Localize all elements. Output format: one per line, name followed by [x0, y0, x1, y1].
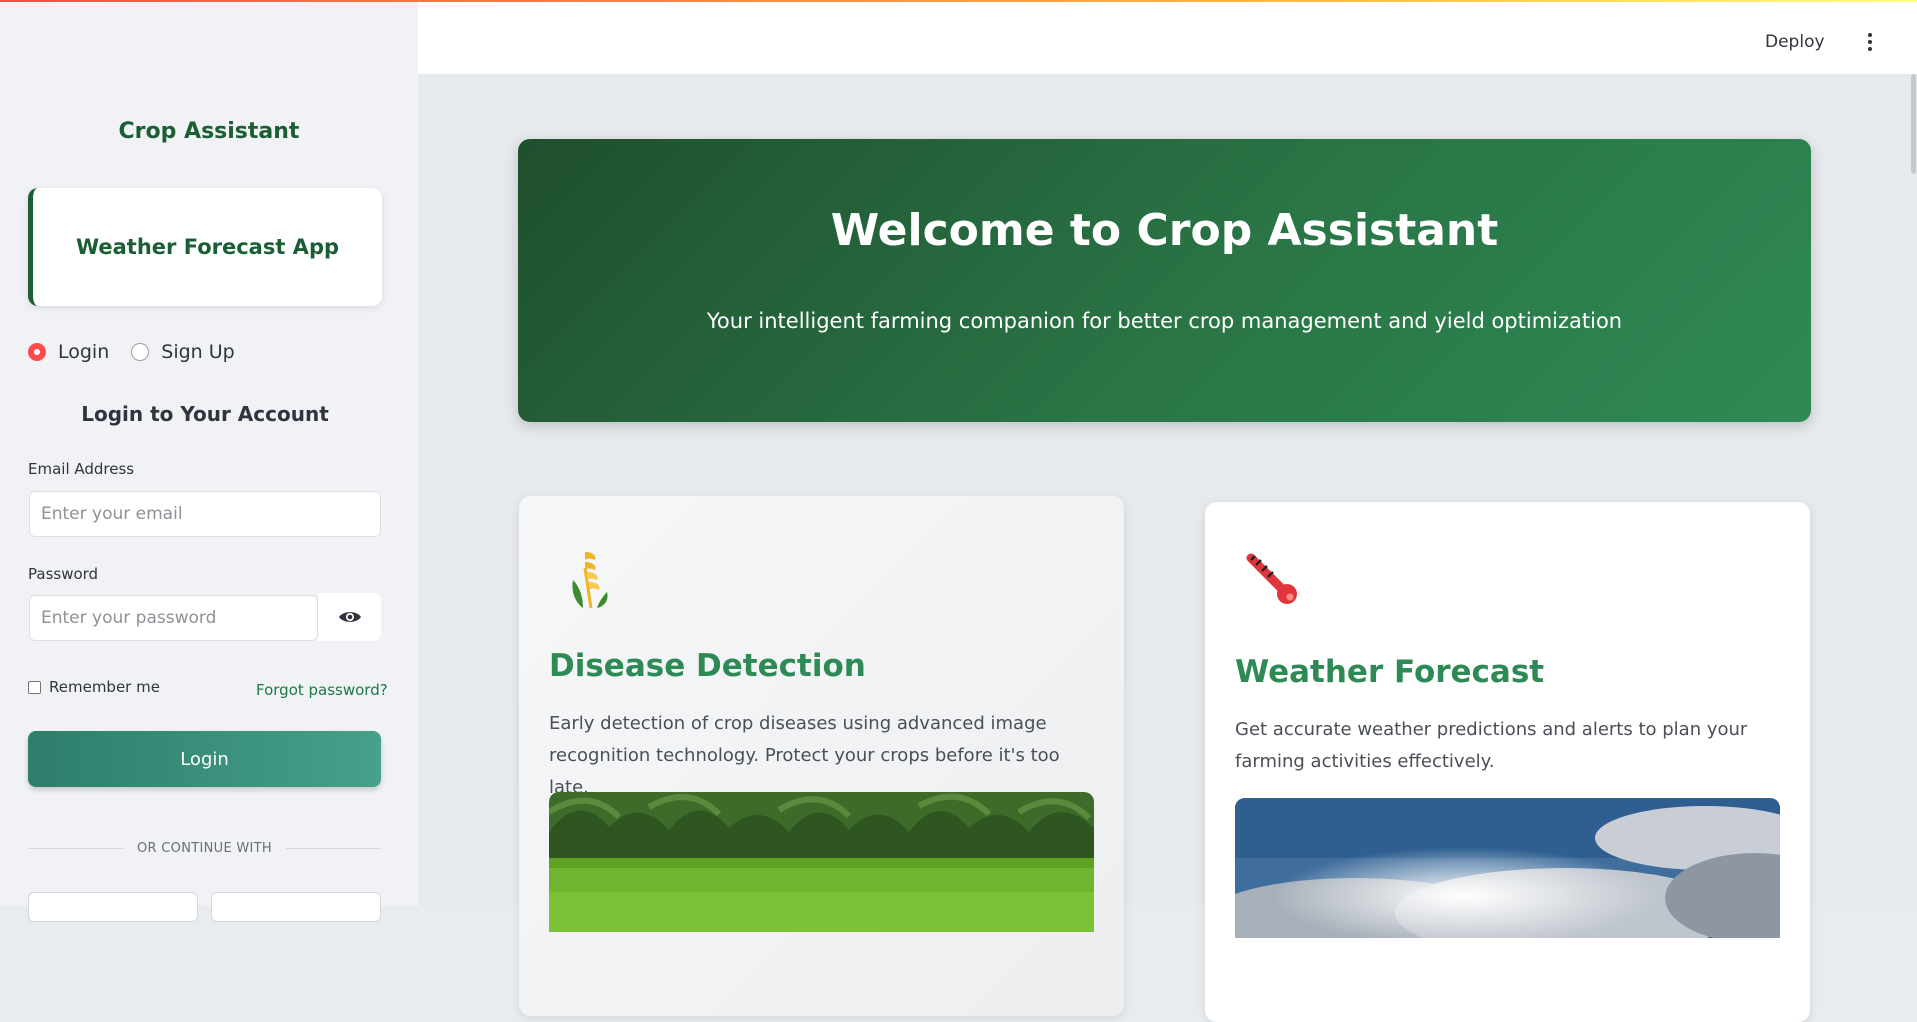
- feature-description: Early detection of crop diseases using a…: [549, 713, 1060, 798]
- remember-me-checkbox[interactable]: [28, 680, 41, 694]
- signup-radio-label[interactable]: Sign Up: [161, 341, 234, 363]
- password-label: Password: [28, 565, 99, 583]
- crop-field-image: [549, 792, 1094, 932]
- email-label: Email Address: [28, 460, 135, 478]
- vertical-dots-icon-dot: [1868, 40, 1872, 44]
- feature-card-weather-forecast: Weather Forecast Get accurate weather pr…: [1205, 502, 1810, 1022]
- login-button[interactable]: Login: [28, 731, 381, 787]
- divider-text: OR CONTINUE WITH: [137, 840, 272, 856]
- vertical-dots-icon-dot: [1868, 47, 1872, 51]
- feature-description: Get accurate weather predictions and ale…: [1235, 719, 1748, 772]
- wheat-icon: [572, 552, 608, 609]
- thermometer-icon: [1246, 553, 1297, 604]
- eye-icon: [338, 612, 361, 622]
- hero-title: Welcome to Crop Assistant: [830, 205, 1499, 256]
- login-radio[interactable]: [28, 343, 46, 361]
- app-name: Weather Forecast App: [75, 235, 340, 259]
- crop-field-illustration: [549, 792, 1094, 932]
- divider-line-left: [28, 847, 123, 849]
- email-input[interactable]: [29, 491, 381, 537]
- divider-line-right: [286, 847, 381, 849]
- password-input[interactable]: [29, 595, 318, 641]
- login-radio-label[interactable]: Login: [58, 341, 109, 363]
- feature-title: Weather Forecast: [1235, 654, 1545, 690]
- sky-image: [1235, 798, 1780, 938]
- forgot-password-link[interactable]: Forgot password?: [256, 681, 388, 699]
- sky-illustration: [1235, 798, 1780, 938]
- vertical-dots-icon: [1868, 33, 1872, 37]
- feature-title: Disease Detection: [549, 648, 866, 684]
- sidebar: Crop Assistant Weather Forecast App Logi…: [0, 0, 418, 922]
- main-menu-button[interactable]: [1862, 31, 1878, 53]
- app-name-card: Weather Forecast App: [28, 188, 382, 306]
- auth-mode-radio-group: Login Sign Up: [28, 341, 257, 363]
- social-login-button-1[interactable]: [28, 892, 198, 922]
- show-password-button[interactable]: [318, 593, 381, 641]
- app-header: [418, 0, 1917, 74]
- continue-with-divider: OR CONTINUE WITH: [28, 838, 381, 858]
- remember-me-label[interactable]: Remember me: [49, 678, 160, 696]
- hero-banner: Welcome to Crop Assistant Your intellige…: [518, 139, 1811, 422]
- feature-card-disease-detection: Disease Detection Early detection of cro…: [519, 496, 1124, 1016]
- login-form-heading: Login to Your Account: [81, 402, 329, 426]
- page-scrollbar[interactable]: [1911, 74, 1916, 174]
- hero-subtitle: Your intelligent farming companion for b…: [706, 309, 1623, 333]
- signup-radio[interactable]: [131, 343, 150, 361]
- top-decoration-bar: [0, 0, 1917, 2]
- deploy-button[interactable]: Deploy: [1765, 32, 1825, 52]
- social-login-button-2[interactable]: [211, 892, 381, 922]
- sidebar-title: Crop Assistant: [118, 119, 300, 144]
- remember-me[interactable]: Remember me: [28, 678, 160, 696]
